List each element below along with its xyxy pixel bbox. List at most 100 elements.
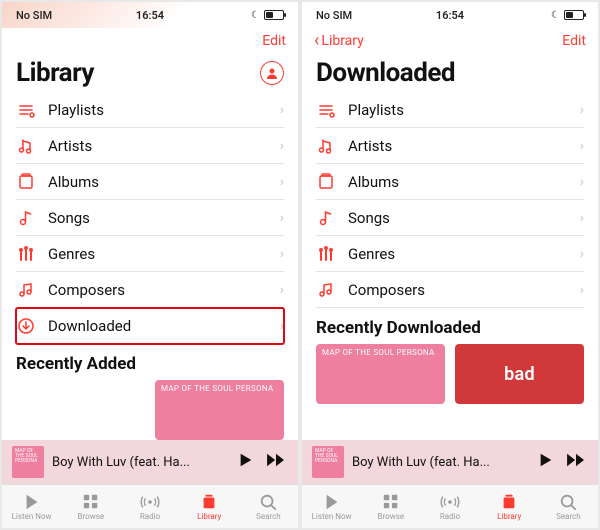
songs-icon [316,208,336,228]
status-bar: No SIM 16:54 ☾ [302,2,598,28]
chevron-right-icon: › [280,138,284,154]
chevron-right-icon: › [280,246,284,262]
row-genres[interactable]: Genres› [16,236,284,272]
tab-label: Listen Now [312,512,352,521]
section-title: Recently Added [16,354,284,374]
genres-icon [16,244,36,264]
title-row: Library [2,54,298,92]
status-right: ☾ [495,10,590,21]
row-downloaded[interactable]: Downloaded› [16,308,284,344]
tab-label: Listen Now [12,512,52,521]
battery-icon [564,10,584,20]
tab-listen[interactable]: Listen Now [302,485,361,528]
chevron-right-icon: › [280,174,284,190]
back-button[interactable]: ‹Library [314,33,364,49]
library-list: Playlists›Artists›Albums›Songs›Genres›Co… [2,92,298,440]
chevron-right-icon: › [580,102,584,118]
album-card[interactable]: MAP OF THE SOUL PERSONA [316,344,445,404]
edit-button[interactable]: Edit [562,33,586,49]
phone-downloaded: No SIM 16:54 ☾ ‹Library Edit Downloaded … [302,2,598,528]
chevron-right-icon: › [580,282,584,298]
forward-button[interactable] [564,452,588,472]
row-composers[interactable]: Composers › [316,272,584,308]
row-label: Genres [348,245,568,263]
album-card[interactable] [16,380,145,440]
edit-button[interactable]: Edit [262,33,286,49]
back-label: Library [321,33,363,49]
page-title: Downloaded [316,58,455,88]
playlists-icon [316,100,336,120]
album-card[interactable]: MAP OF THE SOUL PERSONA [155,380,284,440]
tab-label: Radio [440,512,460,521]
row-label: Playlists [48,101,268,119]
tab-bar: Listen Now Browse Radio Library Search [2,484,298,528]
row-label: Composers [48,281,268,299]
status-time: 16:54 [105,9,194,22]
genres-icon [316,244,336,264]
artists-icon [316,136,336,156]
artists-icon [16,136,36,156]
forward-button[interactable] [264,452,288,472]
tab-search[interactable]: Search [539,485,598,528]
chevron-right-icon: › [280,282,284,298]
tab-library[interactable]: Library [480,485,539,528]
now-playing-artwork: MAP OF THE SOUL PERSONA [312,446,344,478]
row-playlists[interactable]: Playlists › [16,92,284,128]
chevron-right-icon: › [580,174,584,190]
section-title: Recently Downloaded [316,318,584,338]
play-button[interactable] [538,452,554,472]
row-label: Artists [48,137,268,155]
profile-button[interactable] [260,61,284,85]
tab-radio[interactable]: Radio [420,485,479,528]
albums-icon [16,172,36,192]
tab-listen[interactable]: Listen Now [2,485,61,528]
status-carrier: No SIM [310,9,405,22]
status-bar: No SIM 16:54 ☾ [2,2,298,28]
title-row: Downloaded [302,54,598,92]
tab-label: Browse [78,512,105,521]
tab-label: Search [256,512,281,521]
tab-label: Browse [378,512,405,521]
tab-label: Library [497,512,521,521]
chevron-right-icon: › [280,102,284,118]
chevron-left-icon: ‹ [314,34,319,48]
tab-label: Library [197,512,221,521]
row-songs[interactable]: Songs› [316,200,584,236]
row-playlists[interactable]: Playlists› [316,92,584,128]
songs-icon [16,208,36,228]
row-composers[interactable]: Composers › [16,272,284,308]
now-playing-bar[interactable]: MAP OF THE SOUL PERSONA Boy With Luv (fe… [302,440,598,484]
tab-radio[interactable]: Radio [120,485,179,528]
row-albums[interactable]: Albums › [316,164,584,200]
nav-bar: ‹Library Edit [302,28,598,54]
row-artists[interactable]: Artists › [16,128,284,164]
now-playing-artwork: MAP OF THE SOUL PERSONA [12,446,44,478]
albums-icon [316,172,336,192]
row-genres[interactable]: Genres› [316,236,584,272]
tab-bar: Listen Now Browse Radio Library Search [302,484,598,528]
status-time: 16:54 [405,9,494,22]
playlists-icon [16,100,36,120]
tab-search[interactable]: Search [239,485,298,528]
phone-library: No SIM 16:54 ☾ Edit Library Playlists›Ar… [2,2,298,528]
composers-icon [16,280,36,300]
play-button[interactable] [238,452,254,472]
tab-label: Radio [140,512,160,521]
dnd-icon: ☾ [251,10,260,21]
row-label: Composers [348,281,568,299]
tab-library[interactable]: Library [180,485,239,528]
row-songs[interactable]: Songs› [16,200,284,236]
downloaded-list: Playlists›Artists›Albums›Songs›Genres›Co… [302,92,598,440]
tab-browse[interactable]: Browse [61,485,120,528]
chevron-right-icon: › [580,138,584,154]
now-playing-bar[interactable]: MAP OF THE SOUL PERSONA Boy With Luv (fe… [2,440,298,484]
album-card[interactable]: bad [455,344,584,404]
battery-icon [264,10,284,20]
row-albums[interactable]: Albums › [16,164,284,200]
row-label: Songs [348,209,568,227]
row-label: Albums [348,173,568,191]
row-artists[interactable]: Artists› [316,128,584,164]
recent-cards: MAP OF THE SOUL PERSONAbad [316,344,584,404]
tab-browse[interactable]: Browse [361,485,420,528]
row-label: Albums [48,173,268,191]
